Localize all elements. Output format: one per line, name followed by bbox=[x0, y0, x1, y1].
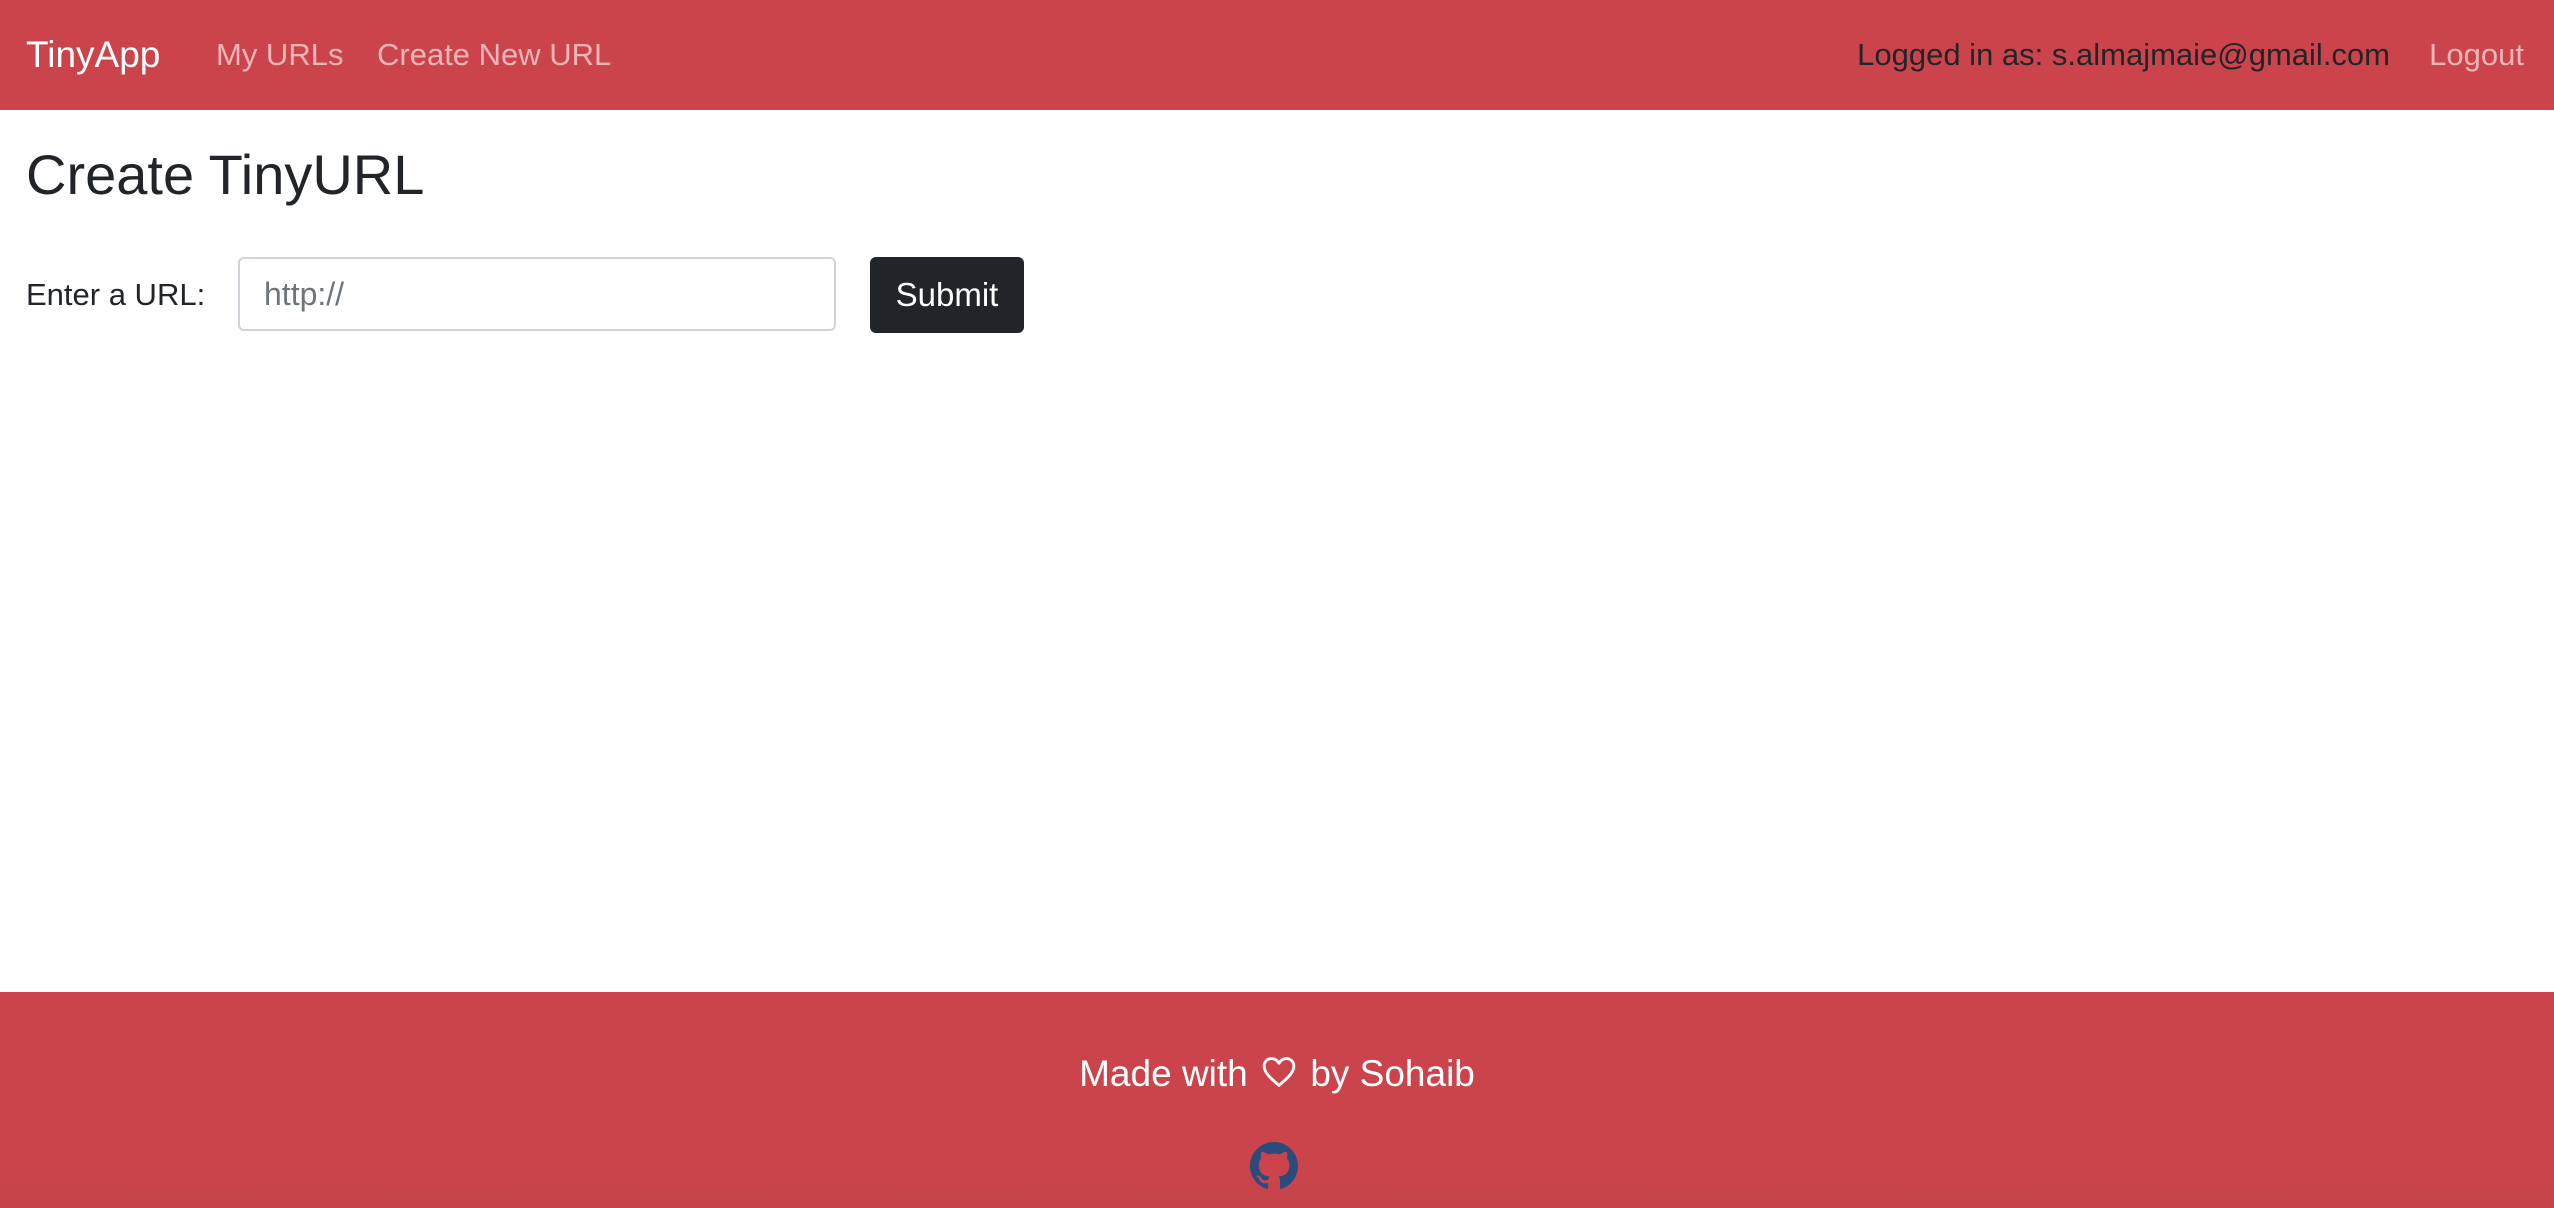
page-title: Create TinyURL bbox=[26, 143, 425, 206]
page-footer: Made with by Sohaib bbox=[0, 992, 2554, 1208]
url-input[interactable] bbox=[238, 257, 836, 331]
nav-my-urls-link[interactable]: My URLs bbox=[216, 32, 343, 78]
footer-credit: Made with by Sohaib bbox=[0, 1048, 2554, 1102]
github-icon[interactable] bbox=[1250, 1142, 1298, 1190]
logged-in-user-text: Logged in as: s.almajmaie@gmail.com bbox=[1857, 37, 2390, 72]
logout-link[interactable]: Logout bbox=[2429, 32, 2524, 78]
top-navbar: TinyApp My URLs Create New URL Logged in… bbox=[0, 0, 2554, 110]
url-input-label: Enter a URL: bbox=[26, 277, 206, 312]
footer-made-with-text: Made with bbox=[1079, 1053, 1248, 1094]
nav-create-new-url-link[interactable]: Create New URL bbox=[377, 32, 611, 78]
footer-author-text: by Sohaib bbox=[1310, 1053, 1475, 1094]
brand-link[interactable]: TinyApp bbox=[26, 30, 160, 80]
heart-icon bbox=[1262, 1050, 1296, 1102]
submit-button[interactable]: Submit bbox=[870, 257, 1024, 333]
